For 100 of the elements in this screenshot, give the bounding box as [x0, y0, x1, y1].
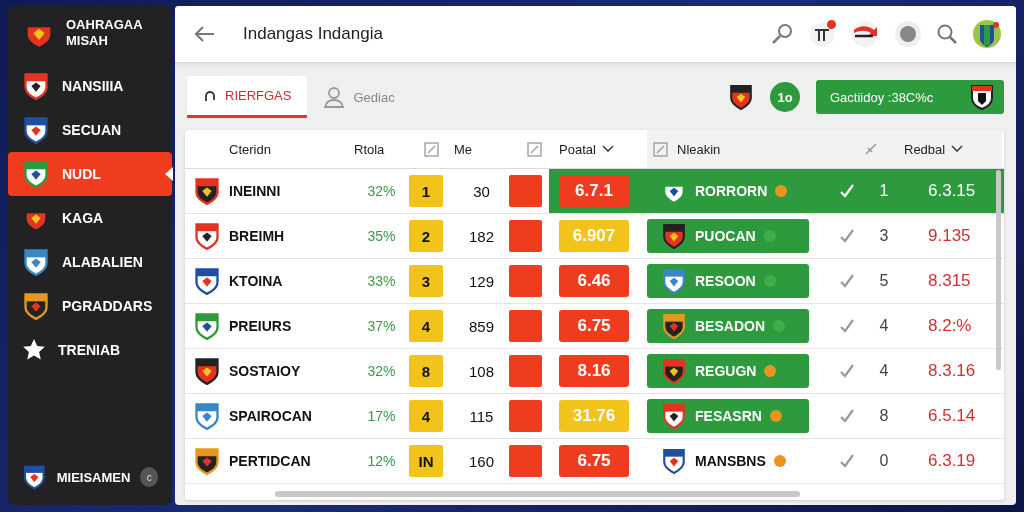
count-value: 4 — [879, 362, 889, 380]
brand-name: OAHRAGAA — [66, 17, 143, 33]
opponent-name: BESADON — [695, 318, 765, 334]
check-icon — [838, 408, 855, 424]
table-row[interactable]: PREIURS 37% 4 859 6.75 BESADON 4 8.2:% — [185, 304, 1004, 349]
check-icon — [838, 183, 855, 199]
toggle-icon[interactable] — [526, 141, 542, 157]
rank-badge: 4 — [409, 310, 443, 342]
share-value: 12% — [367, 453, 396, 469]
column-header: Cteridn — [229, 141, 271, 157]
crest-icon — [193, 402, 221, 430]
shield-icon — [970, 84, 994, 110]
opponent-chip[interactable]: BESADON — [647, 309, 809, 343]
score-badge: 6.75 — [559, 310, 629, 342]
count-value: 1 — [879, 182, 889, 200]
opponent-chip[interactable]: RORRORN — [647, 174, 809, 208]
count-badge: 1o — [770, 82, 800, 112]
opponent-chip[interactable]: PUOCAN — [647, 219, 809, 253]
magnifier-icon[interactable] — [770, 22, 794, 46]
rank-badge: IN — [409, 445, 443, 477]
rating-value: 8.2:% — [928, 316, 972, 336]
score-badge: 6.907 — [559, 220, 629, 252]
avatar-icon[interactable] — [972, 19, 1002, 49]
sidebar-item[interactable]: NUDL — [8, 152, 172, 196]
check-icon — [838, 318, 855, 334]
status-square — [509, 175, 542, 207]
table-row[interactable]: PERTIDCAN 12% IN 160 6.75 MANSBNS 0 6.3.19 — [185, 439, 1004, 484]
team-name: PERTIDCAN — [229, 453, 311, 469]
crest-icon — [22, 160, 50, 188]
played-value: 859 — [469, 317, 494, 335]
check-icon — [838, 228, 855, 244]
crest-icon — [193, 447, 221, 475]
crest-icon — [22, 463, 47, 491]
toggle-icon[interactable] — [653, 141, 668, 157]
rating-value: 8.315 — [928, 271, 971, 291]
team-name: PREIURS — [229, 318, 292, 334]
opponent-name: MANSBNS — [695, 453, 766, 469]
opponent-chip[interactable]: RESOON — [647, 264, 809, 298]
sidebar-item[interactable]: NANSIIIA — [8, 64, 172, 108]
table-row[interactable]: BREIMH 35% 2 182 6.907 PUOCAN 3 9.135 — [185, 214, 1004, 259]
user-icon — [323, 86, 346, 108]
count-value: 8 — [879, 407, 889, 425]
share-value: 35% — [367, 228, 396, 244]
count-value: 4 — [879, 317, 889, 335]
opponent-name: RORRORN — [695, 183, 768, 199]
score-badge: 6.75 — [559, 445, 629, 477]
rank-badge: 8 — [409, 355, 443, 387]
column-header[interactable]: Poatal — [559, 141, 614, 157]
chevron-icon — [951, 145, 964, 153]
profile-badge[interactable]: c — [140, 467, 158, 487]
played-value: 30 — [473, 182, 490, 200]
count-value: 3 — [879, 227, 889, 245]
crest-icon — [661, 358, 687, 384]
toggle-icon[interactable] — [424, 141, 439, 157]
crest-icon — [193, 312, 221, 340]
crest-icon — [193, 222, 221, 250]
column-header: Nleakin — [677, 141, 721, 157]
rank-badge: 4 — [409, 400, 443, 432]
check-icon — [838, 363, 855, 379]
pencil-icon[interactable] — [864, 142, 878, 156]
table-row[interactable]: SOSTAIOY 32% 8 108 8.16 REGUGN 4 8.3.16 — [185, 349, 1004, 394]
tab[interactable]: RIERFGAS — [187, 76, 308, 118]
sidebar-item[interactable]: TRENIAB — [8, 328, 172, 372]
share-value: 17% — [367, 408, 396, 424]
score-badge: 6.46 — [559, 265, 629, 297]
share-value: 33% — [367, 273, 396, 289]
sidebar-item[interactable]: SECUAN — [8, 108, 172, 152]
opponent-name: FESASRN — [695, 408, 762, 424]
team-name: SPAIROCAN — [229, 408, 312, 424]
page-title: Indangas Indangia — [243, 24, 383, 44]
opponent-chip[interactable]: FESASRN — [647, 399, 809, 433]
search-icon[interactable] — [936, 23, 958, 45]
score-badge: 6.7.1 — [559, 175, 629, 207]
rank-badge: 1 — [409, 175, 443, 207]
crest-icon — [22, 116, 50, 144]
sidebar-item[interactable]: KAGA — [8, 196, 172, 240]
opponent-chip[interactable]: REGUGN — [647, 354, 809, 388]
summary-button[interactable]: Gactiidoy :38C%c — [816, 80, 1004, 114]
team-name: KTOINA — [229, 273, 283, 289]
sidebar-item[interactable]: PGRADDARS — [8, 284, 172, 328]
chevron-icon — [601, 145, 614, 153]
team-name: INEINNI — [229, 183, 281, 199]
scrollbar[interactable] — [996, 170, 1001, 370]
status-square — [509, 445, 542, 477]
back-icon[interactable] — [195, 26, 215, 42]
table-row[interactable]: SPAIROCAN 17% 4 115 31.76 FESASRN 8 6.5.14 — [185, 394, 1004, 439]
rank-badge: 3 — [409, 265, 443, 297]
status-icon[interactable] — [894, 20, 922, 48]
scrollbar[interactable] — [275, 491, 800, 497]
brand-name: MISAH — [66, 33, 109, 49]
table-row[interactable]: KTOINA 33% 3 129 6.46 RESOON 5 8.315 — [185, 259, 1004, 304]
crest-icon — [193, 357, 221, 385]
notification-icon[interactable] — [808, 20, 836, 48]
sidebar-item[interactable]: ALABALIEN — [8, 240, 172, 284]
crest-icon — [661, 268, 687, 294]
team-name: SOSTAIOY — [229, 363, 301, 379]
share-value: 32% — [367, 363, 396, 379]
check-icon — [838, 273, 855, 289]
opponent-chip[interactable]: MANSBNS — [647, 444, 809, 478]
crest-icon — [193, 267, 221, 295]
